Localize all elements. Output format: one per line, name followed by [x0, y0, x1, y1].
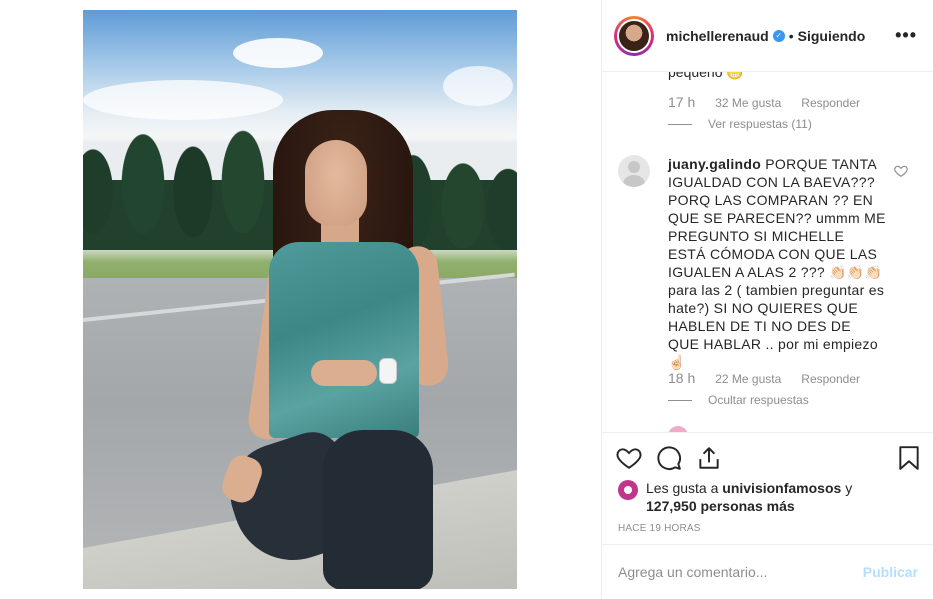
like-comment-heart-icon[interactable]	[894, 164, 908, 178]
view-replies-button[interactable]: Ver respuestas (11)	[668, 117, 812, 131]
add-comment-section: Publicar	[602, 544, 933, 599]
save-bookmark-icon[interactable]	[896, 445, 922, 471]
person-top	[269, 242, 419, 438]
publish-button[interactable]: Publicar	[863, 564, 918, 580]
username-link[interactable]: michellerenaud	[666, 28, 769, 44]
comment-time[interactable]: 18 h	[668, 370, 695, 386]
post-side-panel: michellerenaud ✓ • Siguiendo ••• pequeño…	[601, 0, 933, 599]
cloud	[233, 38, 323, 68]
comment-meta: 17 h 32 Me gusta Responder	[668, 94, 860, 110]
comments-list[interactable]: pequeño 😁 17 h 32 Me gusta Responder Ver…	[602, 72, 933, 432]
verified-badge-icon: ✓	[772, 29, 785, 42]
separator-dot: •	[788, 27, 794, 44]
reply-button[interactable]: Responder	[801, 94, 860, 110]
person-hand	[311, 360, 377, 386]
post-header: michellerenaud ✓ • Siguiendo •••	[602, 0, 933, 72]
like-heart-icon[interactable]	[616, 445, 642, 471]
comment-time[interactable]: 17 h	[668, 94, 695, 110]
watch	[379, 358, 397, 384]
likes-prefix: Les gusta a	[646, 480, 723, 496]
liker-username[interactable]: univisionfamosos	[722, 480, 841, 496]
hide-replies-button[interactable]: Ocultar respuestas	[668, 393, 809, 407]
share-icon[interactable]	[696, 445, 722, 471]
reply-button[interactable]: Responder	[801, 370, 860, 386]
comment-body: juany.galindo PORQUE TANTA IGUALDAD CON …	[668, 155, 886, 371]
following-button[interactable]: Siguiendo	[798, 28, 866, 44]
post-photo-pane	[0, 0, 601, 599]
comment-input[interactable]	[618, 564, 858, 580]
person-face	[305, 140, 367, 226]
commenter-username[interactable]: juany.galindo	[668, 156, 761, 172]
profile-avatar[interactable]	[614, 15, 654, 56]
cloud	[443, 66, 513, 106]
comment-bubble-icon[interactable]	[656, 445, 682, 471]
comment-likes[interactable]: 22 Me gusta	[715, 370, 781, 386]
commenter-avatar[interactable]	[618, 155, 650, 187]
likes-count[interactable]: 127,950 personas más	[646, 498, 795, 514]
comment-meta: 18 h 22 Me gusta Responder	[668, 370, 860, 386]
replies-line	[668, 123, 692, 125]
likes-summary: Les gusta a univisionfamosos y 127,950 p…	[618, 479, 852, 515]
avatar-image	[617, 18, 651, 53]
more-options-icon[interactable]: •••	[895, 25, 921, 46]
replies-line	[668, 399, 692, 401]
likes-middle: y	[841, 480, 853, 496]
view-replies-label: Ver respuestas (11)	[708, 117, 812, 131]
post-photo[interactable]	[83, 10, 517, 589]
person-leg	[323, 430, 433, 589]
cloud	[83, 80, 283, 120]
likes-text: Les gusta a univisionfamosos y 127,950 p…	[646, 479, 852, 515]
liker-avatar[interactable]	[618, 480, 638, 500]
post-age[interactable]: HACE 19 HORAS	[618, 523, 701, 534]
comment-text-partial: pequeño 😁	[668, 72, 744, 80]
comment-text: PORQUE TANTA IGUALDAD CON LA BAEVA??? PO…	[668, 156, 886, 370]
hide-replies-label: Ocultar respuestas	[708, 393, 809, 407]
post-actions: Les gusta a univisionfamosos y 127,950 p…	[602, 432, 933, 544]
comment-likes[interactable]: 32 Me gusta	[715, 94, 781, 110]
